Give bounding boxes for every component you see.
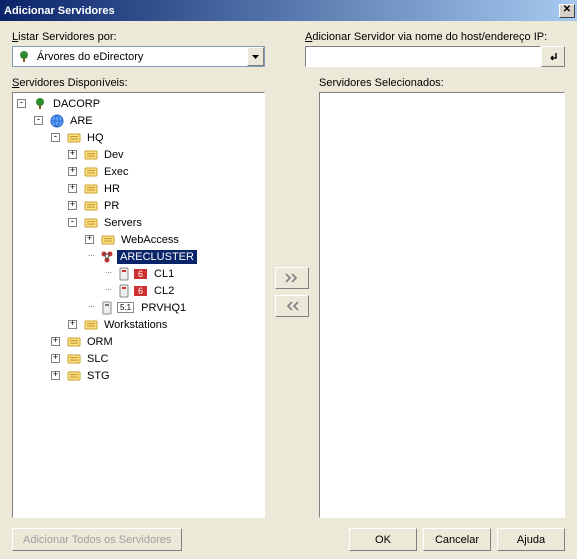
chevron-down-icon [252, 55, 259, 59]
tree-node-webaccess[interactable]: +WebAccess [85, 231, 264, 248]
host-input[interactable] [305, 46, 541, 67]
expand-icon[interactable]: + [68, 201, 77, 210]
expand-icon[interactable]: + [68, 320, 77, 329]
tree-node-cl1[interactable]: ···6CL1 [102, 265, 264, 282]
move-right-button[interactable] [275, 267, 309, 289]
move-left-button[interactable] [275, 295, 309, 317]
ou-icon [100, 232, 116, 248]
titlebar: Adicionar Servidores ✕ [0, 0, 577, 21]
expand-icon[interactable]: + [51, 337, 60, 346]
version-badge-6: 6 [134, 269, 147, 279]
globe-icon [49, 113, 65, 129]
tree-node-workstations[interactable]: +Workstations [68, 316, 264, 333]
add-all-button[interactable]: Adicionar Todos os Servidores [12, 528, 182, 551]
tree-node-stg[interactable]: +STG [51, 367, 264, 384]
chevrons-right-icon [285, 273, 299, 283]
ou-icon [83, 181, 99, 197]
cluster-icon [99, 249, 115, 265]
tree-node-hr[interactable]: +HR [68, 180, 264, 197]
combobox-text: Árvores do eDirectory [35, 51, 247, 63]
selected-label: Servidores Selecionados: [319, 77, 565, 89]
list-by-label: Listar Servidores por: [12, 31, 265, 43]
collapse-icon[interactable]: - [34, 116, 43, 125]
transfer-buttons [273, 77, 311, 518]
ok-button[interactable]: OK [349, 528, 417, 551]
selected-panel: Servidores Selecionados: [319, 77, 565, 518]
tree-node-slc[interactable]: +SLC [51, 350, 264, 367]
combobox-dropdown-button[interactable] [247, 47, 264, 66]
tree-connector: ··· [102, 267, 114, 278]
ou-icon [83, 164, 99, 180]
expand-icon[interactable]: + [68, 184, 77, 193]
list-by-combobox[interactable]: Árvores do eDirectory [12, 46, 265, 67]
enter-icon [547, 51, 559, 63]
ou-icon [83, 215, 99, 231]
chevrons-left-icon [285, 301, 299, 311]
tree-connector: ··· [102, 284, 114, 295]
dialog-body: Listar Servidores por: Árvores do eDirec… [0, 21, 577, 559]
tree-icon [16, 49, 32, 65]
add-host-label: Adicionar Servidor via nome do host/ende… [305, 31, 565, 43]
version-badge-6: 6 [134, 286, 147, 296]
available-label: Servidores Disponíveis: [12, 77, 265, 89]
tree-icon [32, 96, 48, 112]
tree-node-dev[interactable]: +Dev [68, 146, 264, 163]
tree-connector: ··· [85, 301, 97, 312]
window-title: Adicionar Servidores [4, 5, 559, 17]
ou-icon [83, 317, 99, 333]
collapse-icon[interactable]: - [68, 218, 77, 227]
tree-node-arecluster[interactable]: ···ARECLUSTER [85, 248, 264, 265]
tree-node-orm[interactable]: +ORM [51, 333, 264, 350]
ou-icon [66, 351, 82, 367]
footer: Adicionar Todos os Servidores OK Cancela… [12, 518, 565, 551]
tree-node-hq[interactable]: - HQ [51, 129, 264, 146]
server-icon [116, 266, 132, 282]
version-badge-51: 5.1 [117, 302, 134, 313]
ou-icon [66, 368, 82, 384]
expand-icon[interactable]: + [68, 167, 77, 176]
tree-node-pr[interactable]: +PR [68, 197, 264, 214]
ou-icon [83, 198, 99, 214]
collapse-icon[interactable]: - [51, 133, 60, 142]
tree-node-dacorp[interactable]: - DACORP [17, 95, 264, 112]
lists-row: Servidores Disponíveis: - DACORP - [12, 77, 565, 518]
expand-icon[interactable]: + [85, 235, 94, 244]
tree-node-are[interactable]: - ARE [34, 112, 264, 129]
expand-icon[interactable]: + [51, 371, 60, 380]
server-icon [116, 283, 132, 299]
expand-icon[interactable]: + [68, 150, 77, 159]
add-host-button[interactable] [541, 46, 565, 67]
window-close-button[interactable]: ✕ [559, 4, 575, 18]
tree-node-cl2[interactable]: ···6CL2 [102, 282, 264, 299]
available-panel: Servidores Disponíveis: - DACORP - [12, 77, 265, 518]
top-row: Listar Servidores por: Árvores do eDirec… [12, 31, 565, 67]
expand-icon[interactable]: + [51, 354, 60, 363]
tree-node-servers[interactable]: -Servers [68, 214, 264, 231]
collapse-icon[interactable]: - [17, 99, 26, 108]
server-icon [99, 300, 115, 316]
tree-node-prvhq1[interactable]: ···5.1PRVHQ1 [85, 299, 264, 316]
ou-icon [66, 130, 82, 146]
tree-node-exec[interactable]: +Exec [68, 163, 264, 180]
selected-list[interactable] [319, 92, 565, 518]
ou-icon [83, 147, 99, 163]
help-button[interactable]: Ajuda [497, 528, 565, 551]
tree-connector: ··· [85, 250, 97, 261]
available-tree[interactable]: - DACORP - ARE [12, 92, 265, 518]
cancel-button[interactable]: Cancelar [423, 528, 491, 551]
ou-icon [66, 334, 82, 350]
